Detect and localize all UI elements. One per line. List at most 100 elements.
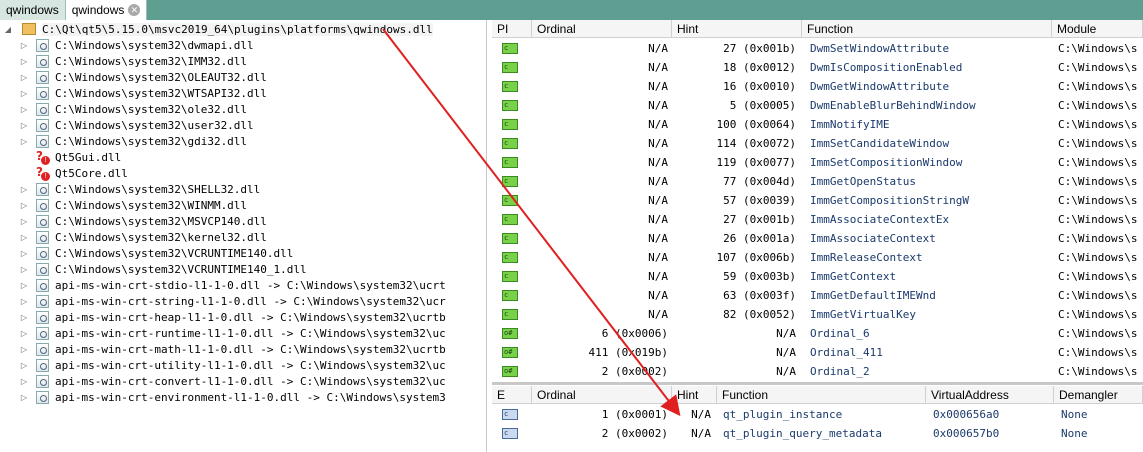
table-row[interactable]: c 1 (0x0001) N/A qt_plugin_instance 0x000656… [492,405,1143,424]
c-function-icon: c [502,233,518,244]
table-row[interactable]: c N/A 26 (0x001a) ImmAssociateContext C:\Win… [492,229,1143,248]
tree-item[interactable]: ▷ api-ms-win-crt-convert-l1-1-0.dll -> C:… [0,373,446,389]
pi-cell: c [492,309,532,320]
tree-item[interactable]: ?! Qt5Core.dll [0,165,128,181]
table-row[interactable]: c N/A 27 (0x001b) ImmAssociateContextEx C:\W… [492,210,1143,229]
table-row[interactable]: c N/A 114 (0x0072) ImmSetCandidateWindow C:\… [492,134,1143,153]
function-cell: Ordinal_2 [810,365,870,378]
table-row[interactable]: o# 411 (0x019b) N/A Ordinal_411 C:\Windows\s [492,343,1143,362]
tree-item[interactable]: ▷ C:\Windows\system32\ole32.dll [0,101,247,117]
tree-item[interactable]: ▷ C:\Windows\system32\IMM32.dll [0,53,247,69]
table-row[interactable]: c N/A 57 (0x0039) ImmGetCompositionStringW C… [492,191,1143,210]
col-function[interactable]: Function [717,386,926,404]
tree-item[interactable]: ▷ api-ms-win-crt-string-l1-1-0.dll -> C:\… [0,293,446,309]
expand-icon[interactable]: ▷ [16,89,32,98]
pi-cell: c [492,81,532,92]
expand-icon[interactable]: ▷ [16,361,32,370]
expand-icon[interactable]: ▷ [16,57,32,66]
tree-item[interactable]: ▷ api-ms-win-crt-math-l1-1-0.dll -> C:\Wi… [0,341,446,357]
exports-header: E Ordinal Hint Function VirtualAddress D… [492,386,1143,404]
expand-icon[interactable]: ▷ [16,233,32,242]
tree-root[interactable]: ◢ C:\Qt\qt5\5.15.0\msvc2019_64\plugins\p… [0,21,433,37]
function-cell: ImmSetCompositionWindow [810,156,963,169]
expand-icon[interactable]: ▷ [16,297,32,306]
table-row[interactable]: c N/A 5 (0x0005) DwmEnableBlurBehindWindow C… [492,96,1143,115]
table-row[interactable]: c N/A 100 (0x0064) ImmNotifyIME C:\Windows\s [492,115,1143,134]
expand-icon[interactable]: ▷ [16,393,32,402]
col-module[interactable]: Module [1052,20,1143,38]
tree-item[interactable]: ▷ api-ms-win-crt-stdio-l1-1-0.dll -> C:\W… [0,277,446,293]
expand-icon[interactable]: ▷ [16,217,32,226]
tree-item[interactable]: ▷ C:\Windows\system32\OLEAUT32.dll [0,69,267,85]
ordinal-cell: N/A [648,270,668,283]
tree-item[interactable]: ▷ api-ms-win-crt-heap-l1-1-0.dll -> C:\Wi… [0,309,446,325]
col-ordinal[interactable]: Ordinal [532,386,672,404]
splitter[interactable] [492,382,1143,385]
hint-cell: 16 (0x0010) [723,80,796,93]
tree-item[interactable]: ▷ C:\Windows\system32\WTSAPI32.dll [0,85,267,101]
tree-item[interactable]: ▷ api-ms-win-crt-utility-l1-1-0.dll -> C:… [0,357,446,373]
tree-item[interactable]: ▷ C:\Windows\system32\VCRUNTIME140.dll [0,245,293,261]
table-row[interactable]: c 2 (0x0002) N/A qt_plugin_query_metadata 0x… [492,424,1143,443]
col-pi[interactable]: PI [492,20,532,38]
expand-icon[interactable]: ▷ [16,185,32,194]
close-icon[interactable]: ✕ [128,4,141,16]
table-row[interactable]: o# 2 (0x0002) N/A Ordinal_2 C:\Windows\s [492,362,1143,381]
table-row[interactable]: c N/A 82 (0x0052) ImmGetVirtualKey C:\Window… [492,305,1143,324]
hint-cell: 114 (0x0072) [716,137,796,150]
tree-item[interactable]: ?! Qt5Gui.dll [0,149,121,165]
expand-icon[interactable]: ▷ [16,329,32,338]
dependency-tree[interactable]: ◢ C:\Qt\qt5\5.15.0\msvc2019_64\plugins\p… [0,20,487,452]
col-hint[interactable]: Hint [672,20,802,38]
col-virtual-address[interactable]: VirtualAddress [926,386,1054,404]
table-row[interactable]: c N/A 119 (0x0077) ImmSetCompositionWindow C… [492,153,1143,172]
tree-item[interactable]: ▷ api-ms-win-crt-runtime-l1-1-0.dll -> C:… [0,325,446,341]
expand-icon[interactable]: ▷ [16,105,32,114]
col-function[interactable]: Function [802,20,1052,38]
table-row[interactable]: c N/A 16 (0x0010) DwmGetWindowAttribute C:\W… [492,77,1143,96]
expand-icon[interactable]: ▷ [16,377,32,386]
table-row[interactable]: c N/A 107 (0x006b) ImmReleaseContext C:\Wind… [492,248,1143,267]
hint-cell: 59 (0x003b) [723,270,796,283]
tree-item[interactable]: ▷ C:\Windows\system32\SHELL32.dll [0,181,260,197]
collapse-icon[interactable]: ◢ [0,25,16,34]
module-cell: C:\Windows\s [1058,80,1138,93]
table-row[interactable]: c N/A 63 (0x003f) ImmGetDefaultIMEWnd C:\Win… [492,286,1143,305]
tab-qwindows-2[interactable]: qwindows ✕ [65,0,148,20]
col-hint[interactable]: Hint [672,386,717,404]
function-cell: ImmGetOpenStatus [810,175,916,188]
col-e[interactable]: E [492,386,532,404]
tree-item[interactable]: ▷ C:\Windows\system32\user32.dll [0,117,254,133]
table-row[interactable]: c N/A 18 (0x0012) DwmIsCompositionEnabled C:… [492,58,1143,77]
col-demangler[interactable]: Demangler [1054,386,1143,404]
expand-icon[interactable]: ▷ [16,281,32,290]
tree-item[interactable]: ▷ C:\Windows\system32\VCRUNTIME140_1.dll [0,261,307,277]
tree-item-label: C:\Windows\system32\user32.dll [55,118,254,132]
tree-item[interactable]: ▷ C:\Windows\system32\MSVCP140.dll [0,213,267,229]
expand-icon[interactable]: ▷ [16,313,32,322]
expand-icon[interactable]: ▷ [16,73,32,82]
table-row[interactable]: c N/A 59 (0x003b) ImmGetContext C:\Windows\s [492,267,1143,286]
ordinal-icon: o# [502,328,518,339]
table-row[interactable]: c N/A 77 (0x004d) ImmGetOpenStatus C:\Window… [492,172,1143,191]
expand-icon[interactable]: ▷ [16,249,32,258]
expand-icon[interactable]: ▷ [16,121,32,130]
tree-item[interactable]: ▷ C:\Windows\system32\WINMM.dll [0,197,247,213]
tab-qwindows-1[interactable]: qwindows [0,0,66,20]
expand-icon[interactable]: ▷ [16,137,32,146]
expand-icon[interactable]: ▷ [16,345,32,354]
col-ordinal[interactable]: Ordinal [532,20,672,38]
module-cell: C:\Windows\s [1058,118,1138,131]
tree-item[interactable]: ▷ C:\Windows\system32\dwmapi.dll [0,37,254,53]
expand-icon[interactable]: ▷ [16,41,32,50]
tree-item-label: Qt5Gui.dll [55,150,122,164]
expand-icon[interactable]: ▷ [16,265,32,274]
table-row[interactable]: c N/A 27 (0x001b) DwmSetWindowAttribute C:\W… [492,39,1143,58]
tree-item[interactable]: ▷ api-ms-win-crt-environment-l1-1-0.dll -… [0,389,446,405]
tree-item[interactable]: ▷ C:\Windows\system32\gdi32.dll [0,133,247,149]
table-row[interactable]: o# 6 (0x0006) N/A Ordinal_6 C:\Windows\s [492,324,1143,343]
tree-item[interactable]: ▷ C:\Windows\system32\kernel32.dll [0,229,267,245]
expand-icon[interactable]: ▷ [16,201,32,210]
hint-cell: 63 (0x003f) [723,289,796,302]
c-function-icon: c [502,214,518,225]
